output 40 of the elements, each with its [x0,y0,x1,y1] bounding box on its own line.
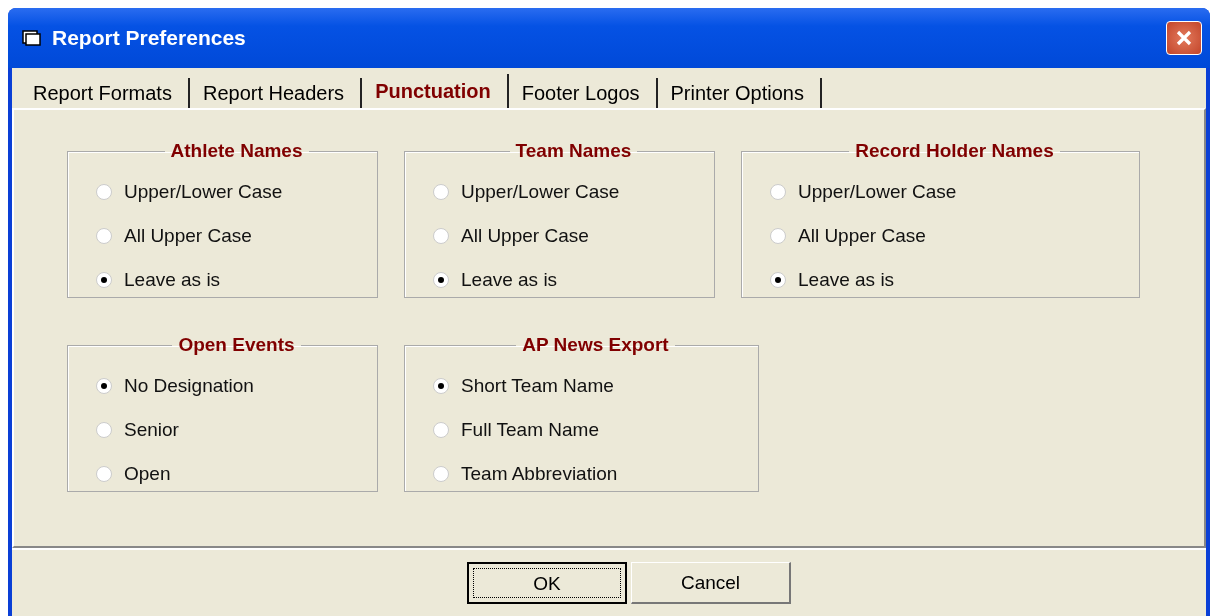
radio-label[interactable]: Senior [124,419,179,441]
radio-label[interactable]: Upper/Lower Case [798,181,957,203]
radio-button[interactable] [433,272,449,288]
radio-label[interactable]: Upper/Lower Case [124,181,283,203]
radio-button[interactable] [96,378,112,394]
radio-label[interactable]: Leave as is [124,269,221,291]
radio-button[interactable] [770,272,786,288]
radio-button[interactable] [433,422,449,438]
group-title: Athlete Names [169,140,304,162]
radio-button[interactable] [96,184,112,200]
dialog-button[interactable]: OK [467,562,627,604]
radio-button[interactable] [433,466,449,482]
radio-button[interactable] [770,184,786,200]
radio-label[interactable]: Full Team Name [461,419,599,441]
radio-label[interactable]: Open [124,463,171,485]
radio-label[interactable]: Short Team Name [461,375,614,397]
radio-label[interactable]: All Upper Case [461,225,589,247]
radio-label[interactable]: Team Abbreviation [461,463,618,485]
radio-button[interactable] [96,422,112,438]
radio-label[interactable]: Upper/Lower Case [461,181,620,203]
radio-label[interactable]: All Upper Case [124,225,252,247]
dialog-button[interactable]: Cancel [631,562,791,604]
window-title: Report Preferences [52,26,247,50]
radio-button[interactable] [433,228,449,244]
group-title: Open Events [177,334,296,356]
group-title: Team Names [514,140,633,162]
radio-button[interactable] [96,272,112,288]
radio-button[interactable] [433,184,449,200]
radio-button[interactable] [96,228,112,244]
radio-button[interactable] [770,228,786,244]
radio-button[interactable] [433,378,449,394]
group-title: Record Holder Names [854,140,1055,162]
radio-label[interactable]: No Designation [124,375,254,397]
radio-label[interactable]: Leave as is [461,269,558,291]
window-icon [22,29,42,47]
radio-button[interactable] [96,466,112,482]
radio-label[interactable]: All Upper Case [798,225,926,247]
radio-label[interactable]: Leave as is [798,269,895,291]
close-button[interactable] [1166,21,1202,55]
group-title: AP News Export [521,334,670,356]
